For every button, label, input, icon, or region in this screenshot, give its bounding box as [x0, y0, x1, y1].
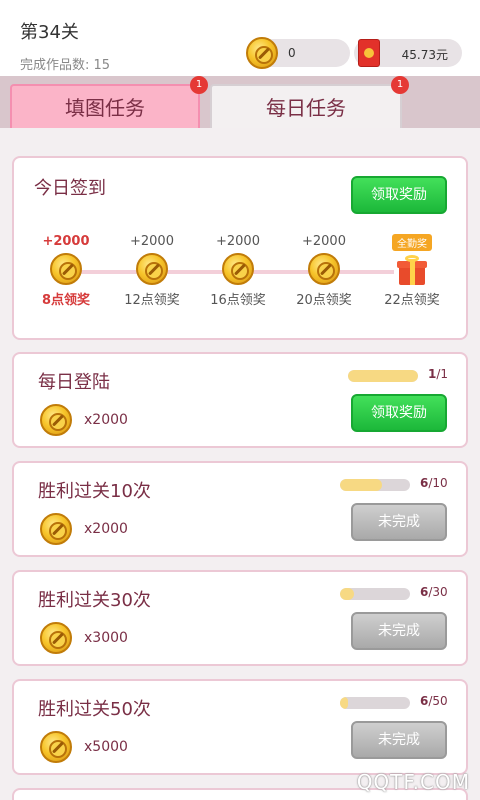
task-card: 胜利过关10次 6/10 x2000 未完成 [12, 461, 468, 557]
step-label: 20点领奖 [296, 293, 352, 308]
task-card: 胜利过关30次 6/30 x3000 未完成 [12, 570, 468, 666]
task-progress-bar [348, 370, 418, 382]
task-progress-text: 6/30 [420, 585, 448, 599]
coin-icon [40, 731, 72, 763]
checkin-step[interactable]: +2000 16点领奖 [198, 234, 278, 308]
coin-icon [40, 404, 72, 436]
daily-task-list[interactable]: 今日签到 领取奖励 +2000 8点领奖 +2000 12点领奖 +2000 1… [0, 128, 480, 800]
tab-daily-tasks[interactable]: 每日任务 [210, 84, 402, 128]
watermark: QQTF.COM [356, 770, 470, 794]
task-progress-bar [340, 697, 410, 709]
coin-icon [246, 37, 278, 69]
red-packet-icon [358, 39, 380, 67]
step-label: 8点领奖 [41, 293, 91, 308]
task-title: 胜利过关10次 [38, 481, 151, 502]
task-progress-fill [340, 588, 354, 600]
checkin-title: 今日签到 [34, 178, 106, 199]
task-progress-text: 6/10 [420, 476, 448, 490]
progress-total: /30 [428, 585, 448, 599]
task-progress-bar [340, 479, 410, 491]
cash-balance[interactable]: 45.73元 [354, 39, 462, 67]
task-progress-text: 6/50 [420, 694, 448, 708]
task-reward: x2000 [84, 412, 128, 428]
checkin-step[interactable]: +2000 8点领奖 [26, 234, 106, 308]
coin-icon [40, 622, 72, 654]
task-reward: x2000 [84, 521, 128, 537]
task-reward: x5000 [84, 739, 128, 755]
step-bonus: +2000 [130, 234, 174, 249]
level-title: 第34关 [20, 22, 79, 43]
gift-icon [397, 255, 427, 285]
coin-balance[interactable]: 0 [246, 37, 350, 69]
coin-icon [40, 513, 72, 545]
task-progress-text: 1/1 [428, 367, 448, 381]
full-attendance-tag: 全勤奖 [392, 234, 432, 251]
checkin-card: 今日签到 领取奖励 +2000 8点领奖 +2000 12点领奖 +2000 1… [12, 156, 468, 340]
step-bonus: +2000 [216, 234, 260, 249]
progress-total: /1 [436, 367, 449, 381]
tab-fill-badge: 1 [190, 76, 208, 94]
step-bonus: +2000 [302, 234, 346, 249]
step-label: 22点领奖 [384, 293, 440, 308]
task-progress-bar [340, 588, 410, 600]
checkin-step[interactable]: +2000 20点领奖 [284, 234, 364, 308]
task-incomplete-button[interactable]: 未完成 [351, 503, 447, 541]
tab-daily-badge: 1 [391, 76, 409, 94]
task-progress-fill [348, 370, 418, 382]
task-claim-button[interactable]: 领取奖励 [351, 394, 447, 432]
step-bonus: +2000 [42, 234, 90, 249]
step-label: 16点领奖 [210, 293, 266, 308]
task-reward: x3000 [84, 630, 128, 646]
tab-fill-tasks[interactable]: 填图任务 [10, 84, 200, 128]
task-progress-fill [340, 697, 349, 709]
coin-balance-value: 0 [288, 46, 296, 60]
task-card: 胜利过关50次 6/50 x5000 未完成 [12, 679, 468, 775]
task-title: 胜利过关50次 [38, 699, 151, 720]
step-label: 12点领奖 [124, 293, 180, 308]
coin-icon [222, 253, 254, 285]
task-progress-fill [340, 479, 382, 491]
task-card: 每日登陆 1/1 x2000 领取奖励 [12, 352, 468, 448]
coin-icon [50, 253, 82, 285]
checkin-step[interactable]: +2000 12点领奖 [112, 234, 192, 308]
cash-balance-value: 45.73元 [401, 48, 448, 62]
checkin-claim-button[interactable]: 领取奖励 [351, 176, 447, 214]
task-title: 每日登陆 [38, 372, 110, 393]
header: 第34关 完成作品数: 15 0 45.73元 [0, 0, 480, 76]
task-incomplete-button[interactable]: 未完成 [351, 721, 447, 759]
task-title: 胜利过关30次 [38, 590, 151, 611]
progress-total: /10 [428, 476, 448, 490]
checkin-step-bonus[interactable]: 全勤奖 22点领奖 [372, 232, 452, 308]
coin-icon [308, 253, 340, 285]
works-count: 完成作品数: 15 [20, 58, 111, 73]
task-incomplete-button[interactable]: 未完成 [351, 612, 447, 650]
coin-icon [136, 253, 168, 285]
progress-total: /50 [428, 694, 448, 708]
